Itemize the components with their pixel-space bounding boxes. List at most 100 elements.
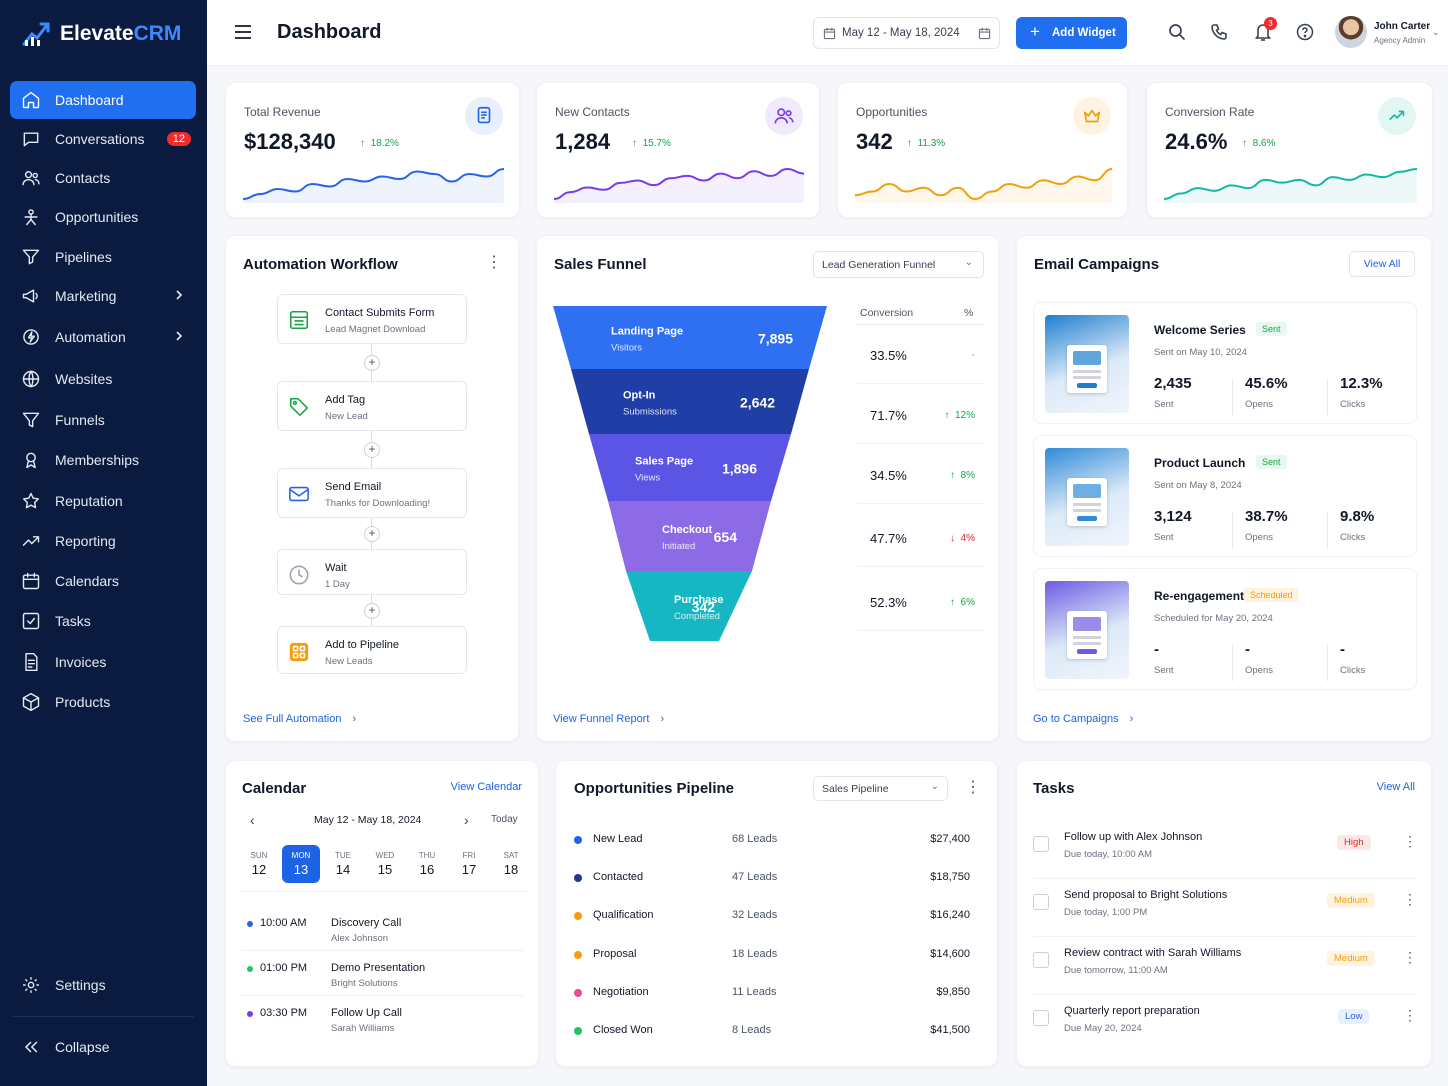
task-checkbox[interactable]: [1033, 836, 1049, 852]
email-thumbnail: [1045, 315, 1129, 413]
pipeline-leads: 8 Leads: [732, 1024, 772, 1036]
sidebar-item-pipelines[interactable]: Pipelines: [10, 238, 196, 276]
email-campaign-item[interactable]: Product Launch Sent Sent on May 8, 2024 3,1…: [1033, 435, 1417, 557]
task-due: Due tomorrow, 11:00 AM: [1064, 965, 1168, 976]
calendar-day[interactable]: SAT 18: [492, 845, 530, 883]
pipeline-select[interactable]: Sales Pipeline ⌄: [813, 776, 948, 801]
task-checkbox[interactable]: [1033, 952, 1049, 968]
sidebar-item-websites[interactable]: Websites: [10, 360, 196, 398]
sidebar-item-opportunities[interactable]: Opportunities: [10, 198, 196, 236]
add-step-button[interactable]: +: [364, 526, 380, 542]
add-widget-button[interactable]: + Add Widget: [1016, 17, 1127, 49]
sparkline-area: [554, 169, 804, 203]
sidebar-item-conversations[interactable]: Conversations 12: [10, 120, 196, 158]
calendar-day[interactable]: MON 13: [282, 845, 320, 883]
pipeline-row[interactable]: Qualification 32 Leads $16,240: [574, 903, 970, 941]
workflow-step[interactable]: Send Email Thanks for Downloading!: [277, 468, 467, 518]
sidebar-item-products[interactable]: Products: [10, 683, 196, 721]
double-chevron-left-icon: [24, 1041, 38, 1053]
pipeline-row[interactable]: Proposal 18 Leads $14,600: [574, 942, 970, 980]
campaign-opens: -: [1245, 641, 1250, 658]
hamburger-menu-icon[interactable]: [234, 24, 252, 40]
kebab-menu-icon[interactable]: ⋮: [1403, 891, 1417, 908]
calendar-day[interactable]: THU 16: [408, 845, 446, 883]
calendar-day[interactable]: WED 15: [366, 845, 404, 883]
kebab-menu-icon[interactable]: ⋮: [486, 252, 502, 272]
kebab-menu-icon[interactable]: ⋮: [965, 777, 981, 797]
view-calendar-link[interactable]: View Calendar: [451, 781, 522, 793]
calendar-event[interactable]: 10:00 AM Discovery Call Alex Johnson: [242, 907, 524, 951]
date-range-picker[interactable]: May 12 - May 18, 2024: [813, 17, 1000, 49]
add-step-button[interactable]: +: [364, 442, 380, 458]
sidebar-item-settings[interactable]: Settings: [10, 966, 196, 1004]
kpi-value: 24.6%: [1165, 129, 1228, 154]
see-full-automation-link[interactable]: See Full Automation ›: [243, 713, 356, 725]
email-campaign-item[interactable]: Re-engagement Scheduled Scheduled for May …: [1033, 568, 1417, 690]
add-step-button[interactable]: +: [364, 355, 380, 371]
workflow-step[interactable]: Add Tag New Lead: [277, 381, 467, 431]
help-icon[interactable]: [1296, 23, 1314, 41]
pipeline-row[interactable]: Contacted 47 Leads $18,750: [574, 865, 970, 903]
sidebar-item-dashboard[interactable]: Dashboard: [10, 81, 196, 119]
phone-icon[interactable]: [1211, 23, 1229, 41]
sidebar-item-tasks[interactable]: Tasks: [10, 602, 196, 640]
sidebar-item-marketing[interactable]: Marketing: [10, 277, 196, 315]
sidebar-item-funnels[interactable]: Funnels: [10, 401, 196, 439]
tasks-title: Tasks: [1033, 780, 1075, 797]
event-contact: Alex Johnson: [331, 933, 389, 944]
pipeline-row[interactable]: Negotiation 11 Leads $9,850: [574, 980, 970, 1018]
sidebar-item-automation[interactable]: Automation: [10, 318, 196, 356]
arrow-up-icon: ↑: [632, 138, 637, 149]
email-campaign-item[interactable]: Welcome Series Sent Sent on May 10, 2024 2,…: [1033, 302, 1417, 424]
pipeline-row[interactable]: New Lead 68 Leads $27,400: [574, 827, 970, 865]
pipeline-stage: New Lead: [593, 833, 643, 845]
kpi-sparkline: [553, 167, 805, 203]
task-checkbox[interactable]: [1033, 894, 1049, 910]
calendar-day[interactable]: SUN 12: [240, 845, 278, 883]
pipeline-row[interactable]: Closed Won 8 Leads $41,500: [574, 1018, 970, 1056]
chevron-left-icon[interactable]: ‹: [250, 812, 255, 828]
funnel-select[interactable]: Lead Generation Funnel ⌄: [813, 251, 984, 278]
sidebar-item-memberships[interactable]: Memberships: [10, 441, 196, 479]
calendar-day[interactable]: TUE 14: [324, 845, 362, 883]
conversion-rate: 52.3%: [870, 595, 907, 610]
sidebar-item-contacts[interactable]: Contacts: [10, 159, 196, 197]
task-checkbox[interactable]: [1033, 1010, 1049, 1026]
event-dot: [247, 966, 253, 972]
chevron-right-icon[interactable]: ›: [464, 812, 469, 828]
kebab-menu-icon[interactable]: ⋮: [1403, 1007, 1417, 1024]
search-icon[interactable]: [1168, 23, 1186, 41]
workflow-step[interactable]: Wait 1 Day: [277, 549, 467, 595]
funnel-stage-name: Landing Page: [611, 326, 683, 338]
sidebar-item-reporting[interactable]: Reporting: [10, 522, 196, 560]
funnel-stage-3[interactable]: [608, 501, 771, 571]
today-button[interactable]: Today: [491, 814, 518, 825]
funnel-stage-subtitle: Submissions: [623, 407, 677, 418]
view-funnel-report-link[interactable]: View Funnel Report ›: [553, 713, 664, 725]
kebab-menu-icon[interactable]: ⋮: [1403, 833, 1417, 850]
funnel-stage-4[interactable]: [626, 571, 752, 641]
campaign-name: Welcome Series: [1154, 323, 1246, 337]
sidebar-item-reputation[interactable]: Reputation: [10, 482, 196, 520]
conversion-delta: ↓ 4%: [950, 533, 975, 544]
calendar-event[interactable]: 03:30 PM Follow Up Call Sarah Williams: [242, 997, 524, 1041]
brand-logo[interactable]: ElevateCRM: [20, 18, 181, 50]
user-menu[interactable]: John Carter Agency Admin ⌄: [1335, 15, 1443, 51]
collapse-button[interactable]: Collapse: [10, 1028, 196, 1066]
automation-workflow-card: Automation Workflow ⋮ Contact Submits Fo…: [225, 235, 519, 742]
calendar-event[interactable]: 01:00 PM Demo Presentation Bright Solution…: [242, 952, 524, 996]
calendar-day[interactable]: FRI 17: [450, 845, 488, 883]
go-to-campaigns-link[interactable]: Go to Campaigns ›: [1033, 713, 1133, 725]
workflow-step[interactable]: Add to Pipeline New Leads: [277, 626, 467, 674]
view-all-campaigns-button[interactable]: View All: [1349, 251, 1415, 277]
funnel-stage-2[interactable]: [589, 434, 791, 501]
view-all-tasks-link[interactable]: View All: [1377, 781, 1415, 793]
add-step-button[interactable]: +: [364, 603, 380, 619]
automation-title: Automation Workflow: [243, 256, 398, 273]
calendar-icon: [22, 572, 40, 590]
workflow-step[interactable]: Contact Submits Form Lead Magnet Download: [277, 294, 467, 344]
sidebar-item-invoices[interactable]: Invoices: [10, 643, 196, 681]
kebab-menu-icon[interactable]: ⋮: [1403, 949, 1417, 966]
stat-divider: [1327, 512, 1328, 548]
sidebar-item-calendars[interactable]: Calendars: [10, 562, 196, 600]
